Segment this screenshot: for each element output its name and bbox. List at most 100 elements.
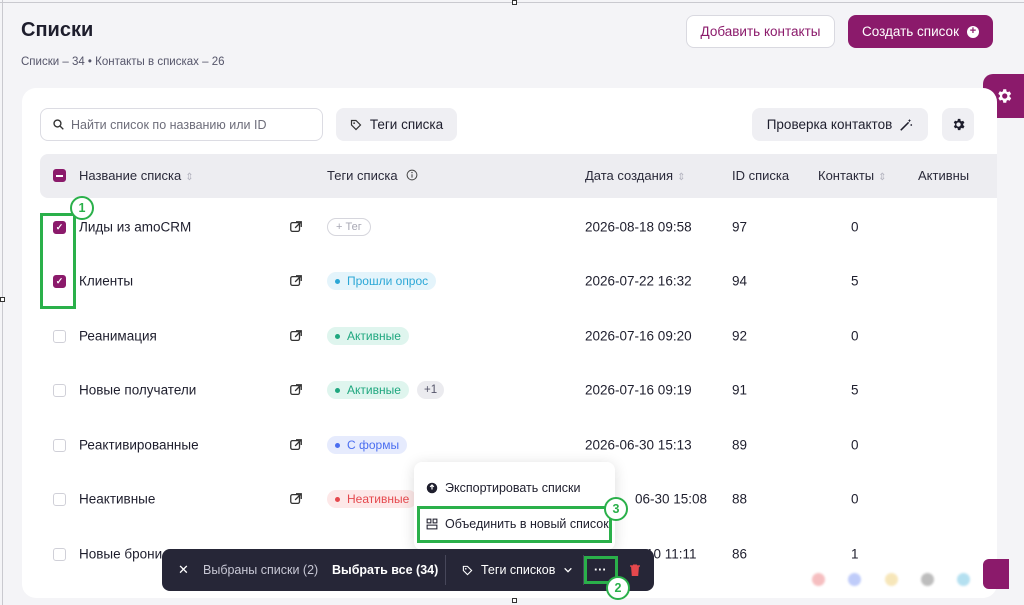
export-lists-menu-item[interactable]: Экспортировать списки [426,481,580,495]
selected-count-label: Выбраны списки (2) [203,563,319,577]
select-all-checkbox[interactable] [53,169,66,182]
contacts-count: 0 [851,491,859,507]
list-name[interactable]: Неактивные [79,492,155,507]
search-input[interactable] [71,117,311,132]
contacts-count: 5 [851,273,859,289]
annotation-box-merge-item [417,506,612,543]
tag-pill: С формы [327,436,408,454]
sort-icon: ⇕ [185,172,194,183]
created-date: 2026-08-18 09:58 [585,219,692,235]
tag-pill: Неативные [327,490,418,508]
list-name[interactable]: Лиды из amoCRM [79,220,191,235]
table-row[interactable]: ✓ Лиды из amoCRM + Тег 2026-08-18 09:58 … [40,200,997,254]
bulk-tags-button[interactable]: Теги списков [462,563,573,577]
open-link-icon[interactable] [289,220,303,234]
table-settings-button[interactable] [942,108,974,141]
page-subtitle: Списки – 34 • Контакты в списках – 26 [21,56,225,68]
select-all-button[interactable]: Выбрать все (34) [332,563,438,577]
contacts-count: 0 [851,437,859,453]
tag-dot-icon [335,496,340,502]
column-header-tags: Теги списка [327,168,418,183]
info-icon [406,169,418,181]
search-box[interactable] [40,108,323,141]
add-contacts-label: Добавить контакты [700,24,821,39]
bulk-bar-divider [445,555,446,585]
sort-icon: ⇕ [677,172,686,183]
clear-selection-icon[interactable]: ✕ [178,562,189,578]
row-checkbox[interactable] [53,439,66,452]
export-icon [426,482,438,494]
list-name[interactable]: Новые брони [79,547,162,562]
bulk-action-bar: ✕ Выбраны списки (2) Выбрать все (34) Те… [162,549,654,591]
open-link-icon[interactable] [289,383,303,397]
page-title: Списки [21,19,94,41]
created-date: 2026-06-30 15:13 [585,437,692,453]
open-link-icon[interactable] [289,274,303,288]
list-name[interactable]: Новые получатели [79,383,196,398]
table-row[interactable]: ✓ Клиенты Прошли опрос 2026-07-22 16:32 … [40,254,997,308]
list-id: 91 [732,382,748,398]
list-name[interactable]: Клиенты [79,274,133,289]
created-date: 06-30 15:08 [635,491,708,507]
chat-widget-button[interactable] [983,559,1009,589]
magic-wand-icon [900,118,913,131]
created-date: 2026-07-16 09:20 [585,328,692,344]
column-header-contacts[interactable]: Контакты ⇕ [818,168,887,183]
table-row[interactable]: Реанимация Активные 2026-07-16 09:20 92 … [40,309,997,363]
tag-icon [350,119,362,130]
created-date: 2026-07-22 16:32 [585,273,692,289]
annotation-badge-2: 2 [606,576,630,600]
open-link-icon[interactable] [289,492,303,506]
dock-item-icon [885,573,898,586]
frame-handle-bottom [512,598,517,603]
row-checkbox[interactable] [53,493,66,506]
frame-left-line [2,0,3,605]
tags-filter-button[interactable]: Теги списка [336,108,457,141]
tag-pill: Активные [327,381,409,399]
open-link-icon[interactable] [289,438,303,452]
search-icon [53,119,64,130]
add-tag-pill[interactable]: + Тег [327,218,371,236]
column-header-date[interactable]: Дата создания ⇕ [585,168,686,183]
row-checkbox[interactable] [53,330,66,343]
tag-pill: Активные [327,327,409,345]
table-header: Название списка ⇕ Теги списка Дата создан… [40,154,997,198]
contacts-count: 0 [851,219,859,235]
frame-handle-top [512,0,517,5]
plus-circle-icon: + [966,25,979,38]
chevron-down-icon [564,567,573,573]
annotation-box-checkboxes [40,213,76,309]
sort-icon: ⇕ [878,172,887,183]
more-tags-badge[interactable]: +1 [417,381,445,399]
tag-dot-icon [335,333,340,339]
create-list-button[interactable]: Создать список + [848,15,993,48]
annotation-badge-3: 3 [604,497,628,521]
contacts-count: 5 [851,382,859,398]
frame-handle-left [0,297,5,302]
list-name[interactable]: Реактивированные [79,438,199,453]
column-header-active: Активны [918,168,970,183]
tag-icon [462,565,473,575]
list-id: 97 [732,219,748,235]
column-header-name[interactable]: Название списка ⇕ [79,168,194,183]
list-id: 94 [732,273,748,289]
dock-item-icon [812,573,825,586]
check-contacts-button[interactable]: Проверка контактов [752,108,928,141]
row-checkbox[interactable] [53,384,66,397]
gear-icon [997,89,1011,103]
dock-item-icon [957,573,970,586]
tag-dot-icon [335,442,340,448]
trash-icon[interactable] [629,563,641,577]
created-date: 2026-07-16 09:19 [585,382,692,398]
tag-dot-icon [335,278,340,284]
add-contacts-button[interactable]: Добавить контакты [686,15,835,48]
list-id: 86 [732,546,748,562]
tag-dot-icon [335,387,340,393]
open-link-icon[interactable] [289,329,303,343]
list-name[interactable]: Реанимация [79,329,157,344]
create-list-label: Создать список [862,24,959,39]
table-row[interactable]: Новые получатели Активные +1 2026-07-16 … [40,363,997,417]
check-contacts-label: Проверка контактов [766,117,893,132]
row-checkbox[interactable] [53,548,66,561]
column-header-id: ID списка [732,168,790,183]
